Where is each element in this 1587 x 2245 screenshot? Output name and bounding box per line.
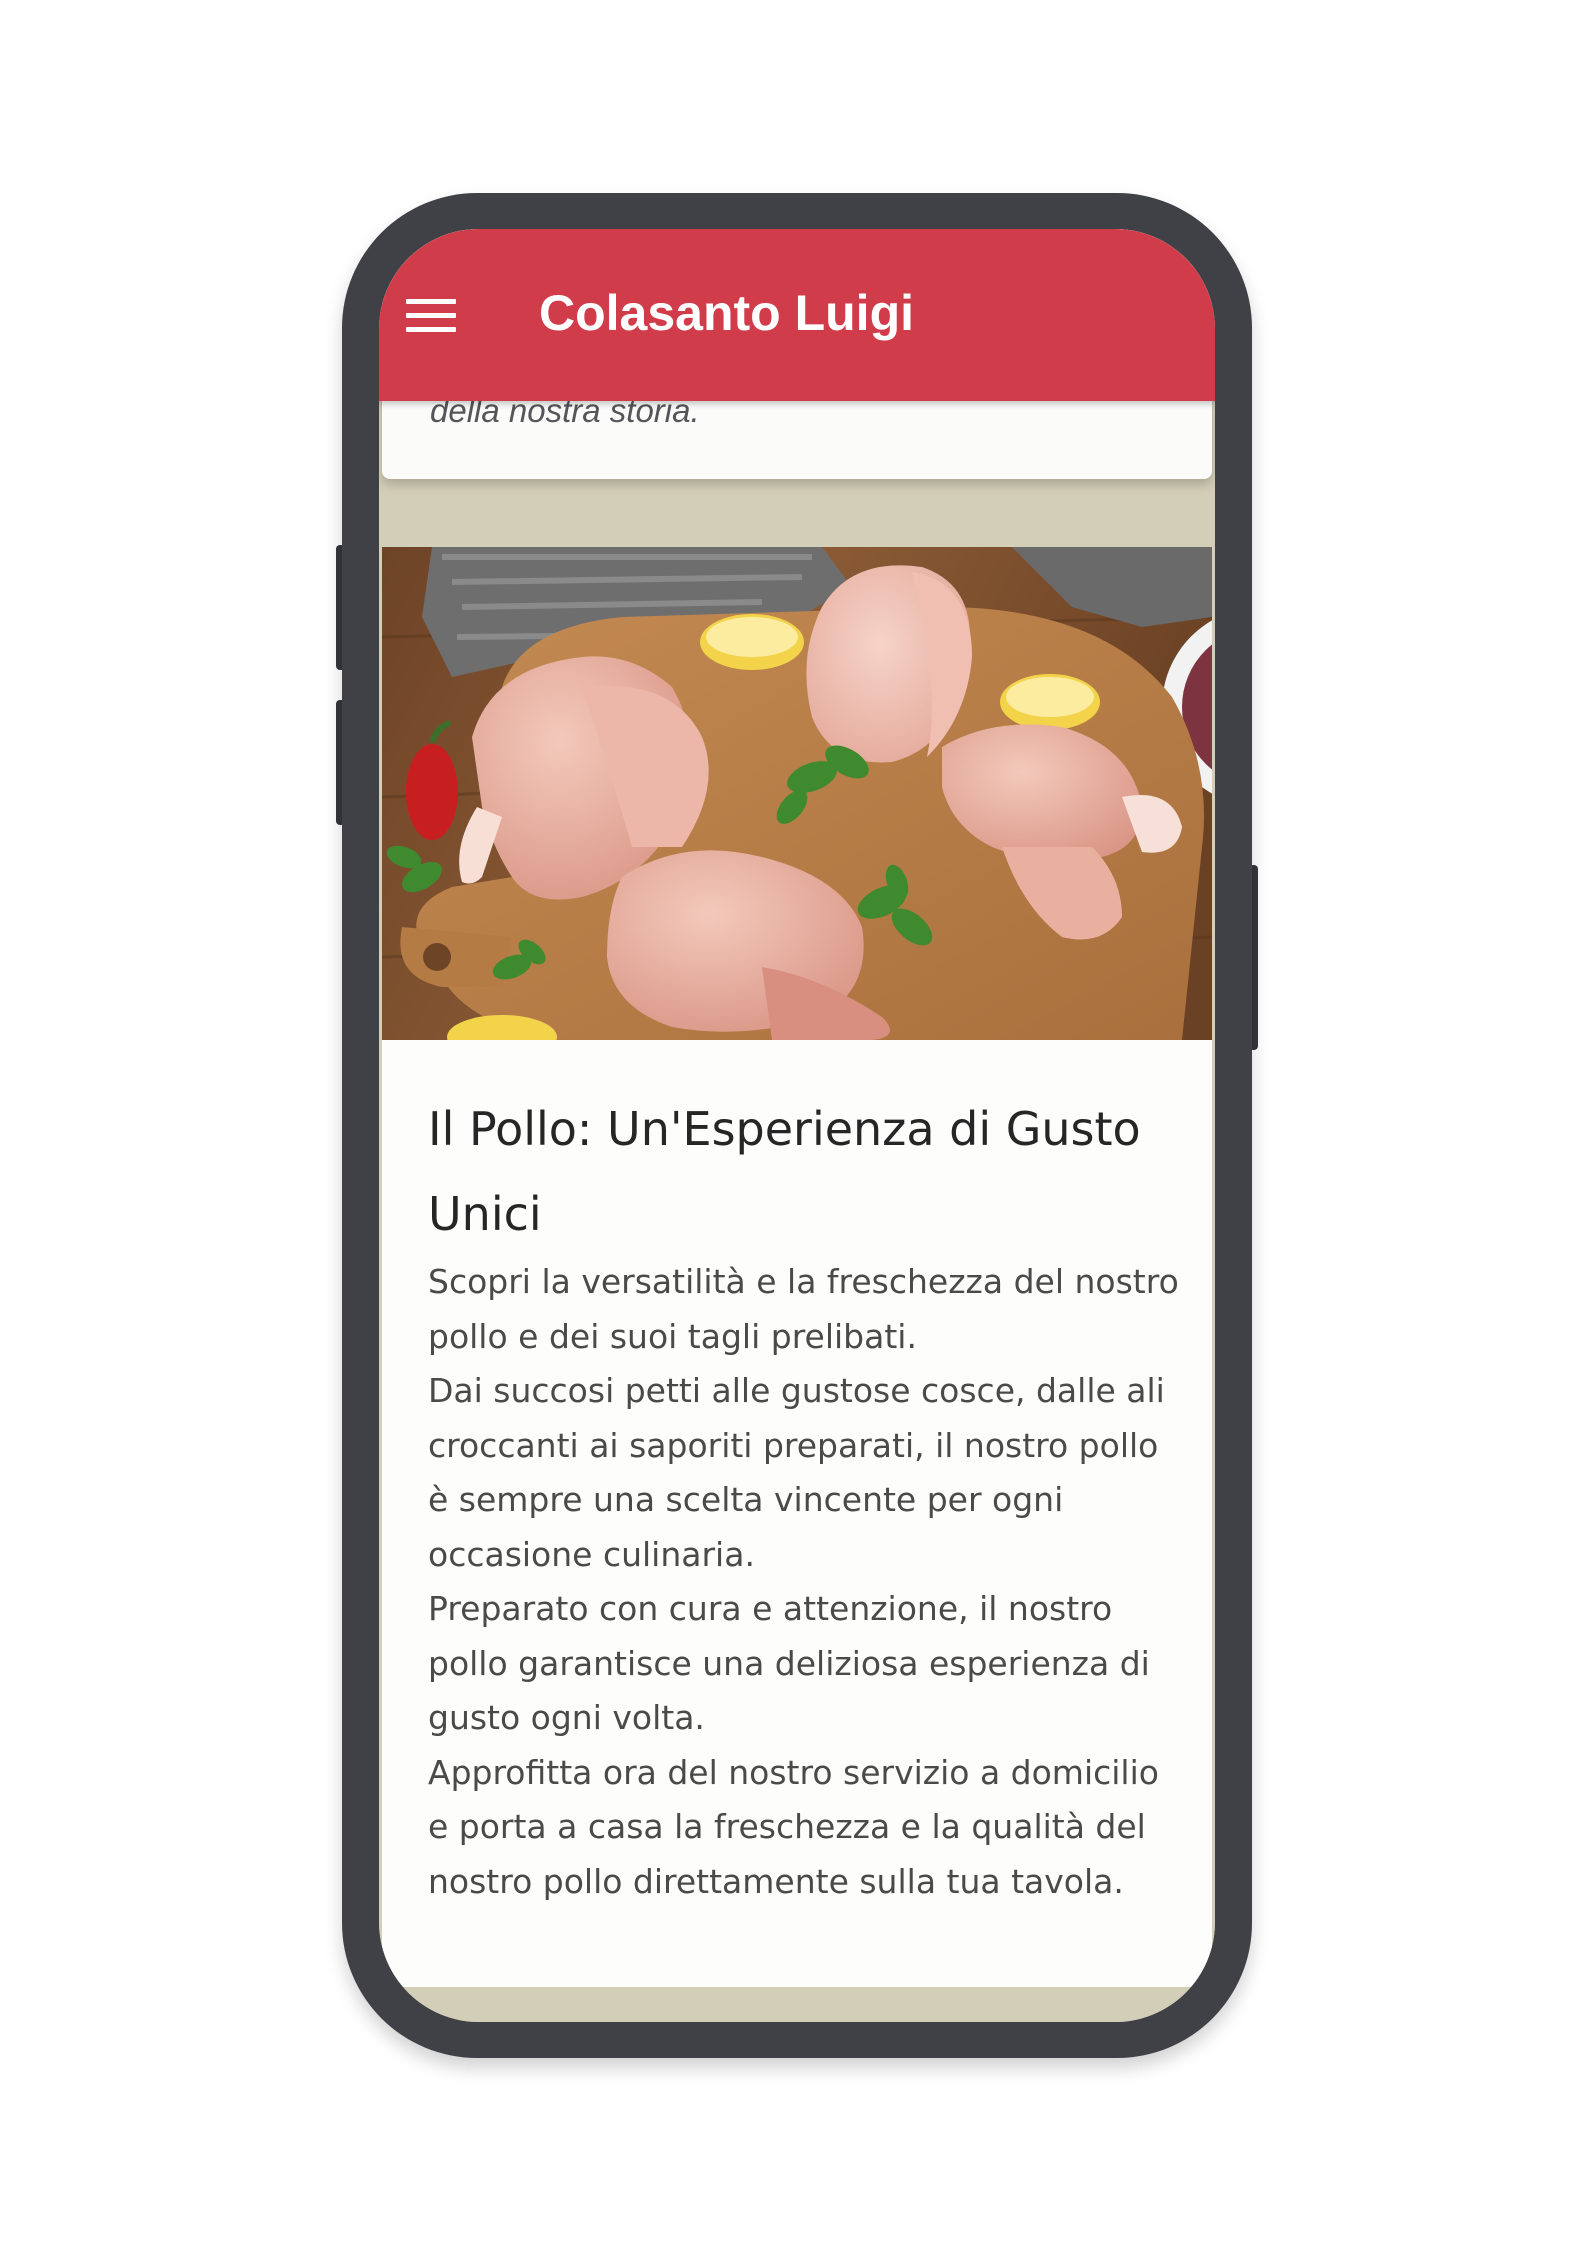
card-paragraph: Preparato con cura e attenzione, il nost…	[428, 1589, 1150, 1737]
card-description: Scopri la versatilità e la freschezza de…	[428, 1255, 1188, 1909]
card-paragraph: Approfitta ora del nostro servizio a dom…	[428, 1752, 1159, 1901]
app-bar: Colasanto Luigi	[379, 229, 1215, 401]
mockup-stage: della nostra storia. Il Pollo: Un'Esperi…	[0, 0, 1587, 2245]
card-paragraph: Scopri la versatilità e la freschezza de…	[428, 1262, 1179, 1356]
product-card-pollo: Il Pollo: Un'Esperienza di Gusto Unici S…	[382, 547, 1212, 1987]
scroll-content[interactable]: della nostra storia. Il Pollo: Un'Esperi…	[379, 229, 1215, 2022]
phone-screen: della nostra storia. Il Pollo: Un'Esperi…	[379, 229, 1215, 2022]
raw-chicken-cuts-image	[382, 547, 1212, 1040]
card-title: Il Pollo: Un'Esperienza di Gusto Unici	[428, 1102, 1141, 1241]
card-paragraph: Dai succosi petti alle gustose cosce, da…	[428, 1371, 1165, 1574]
hamburger-menu-icon[interactable]	[406, 299, 456, 333]
app-title: Colasanto Luigi	[539, 285, 914, 341]
